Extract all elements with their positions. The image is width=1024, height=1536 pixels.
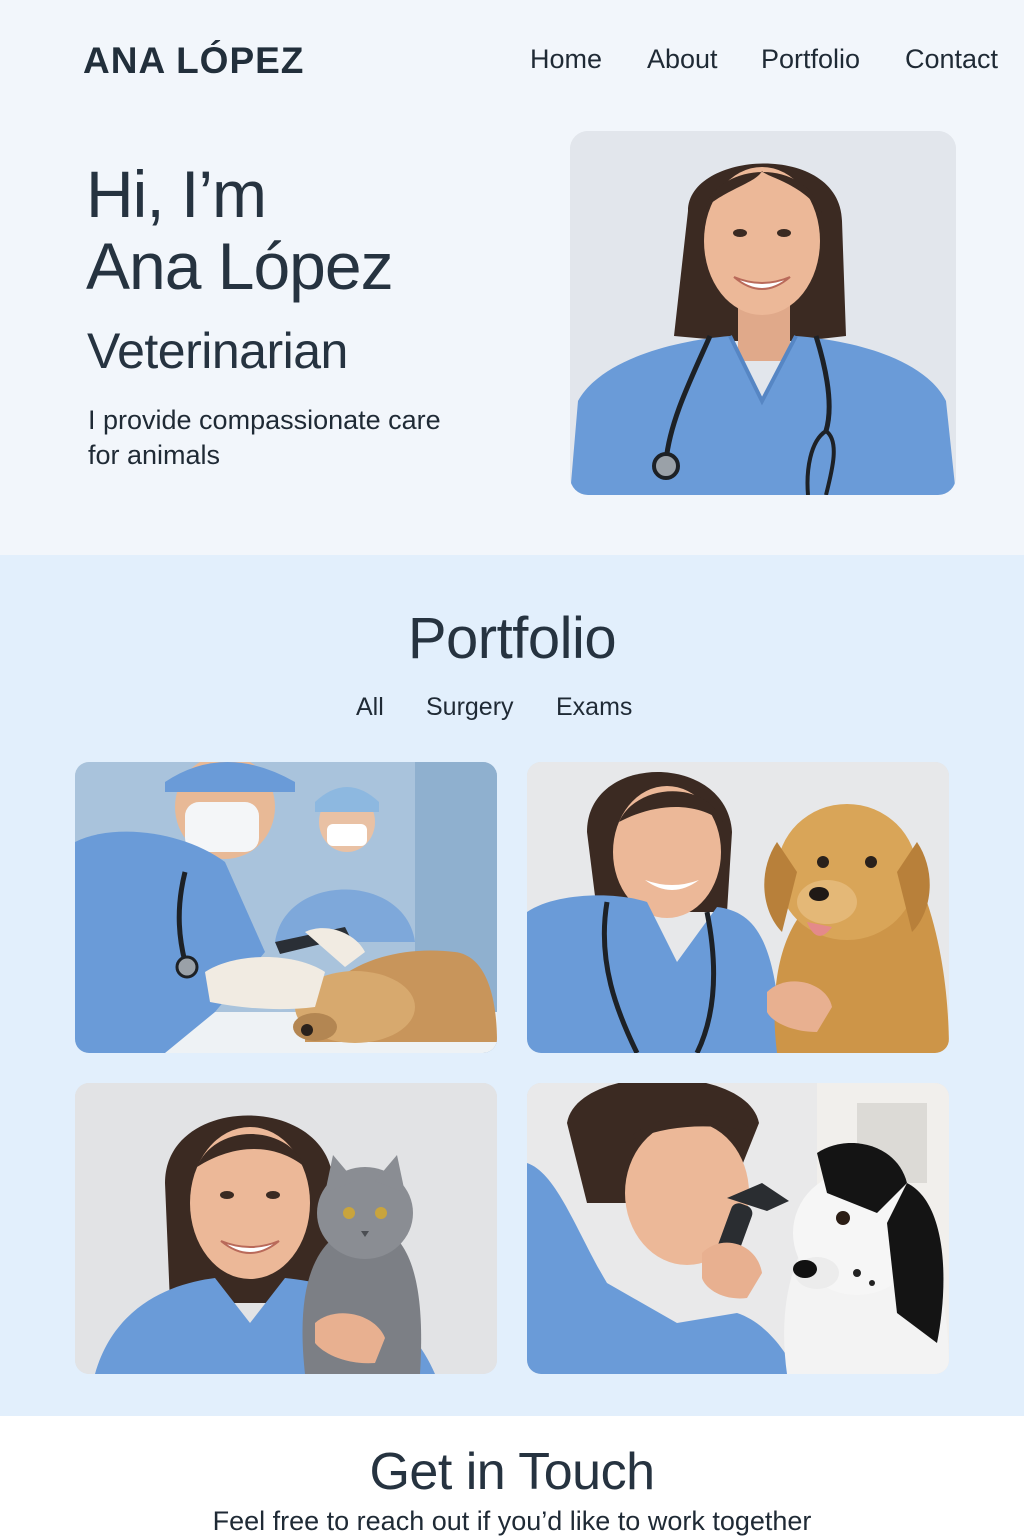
- golden-retriever-photo: [527, 762, 949, 1053]
- filter-exams[interactable]: Exams: [556, 693, 632, 722]
- nav-contact-link[interactable]: Contact: [905, 44, 998, 75]
- hero-portrait-photo: [570, 131, 956, 495]
- surgery-photo: [75, 762, 497, 1053]
- portfolio-item-cat[interactable]: [75, 1083, 497, 1374]
- cat-photo: [75, 1083, 497, 1374]
- contact-section: Get in Touch Feel free to reach out if y…: [0, 1416, 1024, 1536]
- portfolio-section: Portfolio All Surgery Exams: [0, 555, 1024, 1416]
- nav-portfolio-link[interactable]: Portfolio: [761, 44, 860, 75]
- filter-all[interactable]: All: [356, 693, 384, 722]
- site-header: ANA LÓPEZ Home About Portfolio Contact: [0, 0, 1024, 120]
- nav-home-link[interactable]: Home: [530, 44, 602, 75]
- portrait-illustration: [570, 131, 956, 495]
- filter-surgery[interactable]: Surgery: [426, 693, 514, 722]
- eye-exam-photo: [527, 1083, 949, 1374]
- portfolio-item-golden-retriever[interactable]: [527, 762, 949, 1053]
- hero-heading: Hi, I’m Ana López: [86, 157, 394, 303]
- portfolio-item-surgery[interactable]: [75, 762, 497, 1053]
- hero-name: Ana López: [86, 229, 394, 303]
- main-nav: Home About Portfolio Contact: [0, 44, 1024, 78]
- portfolio-item-eye-exam[interactable]: [527, 1083, 949, 1374]
- hero-tagline: I provide compassionate care for animals: [88, 405, 441, 470]
- hero-greeting-line1: Hi, I’m: [86, 157, 267, 231]
- hero-role: Veterinarian: [87, 323, 348, 379]
- contact-title: Get in Touch: [369, 1443, 655, 1501]
- contact-description: Feel free to reach out if you’d like to …: [212, 1506, 812, 1536]
- portfolio-filters: All Surgery Exams: [0, 693, 1024, 725]
- nav-about-link[interactable]: About: [647, 44, 718, 75]
- portfolio-title: Portfolio: [407, 606, 617, 671]
